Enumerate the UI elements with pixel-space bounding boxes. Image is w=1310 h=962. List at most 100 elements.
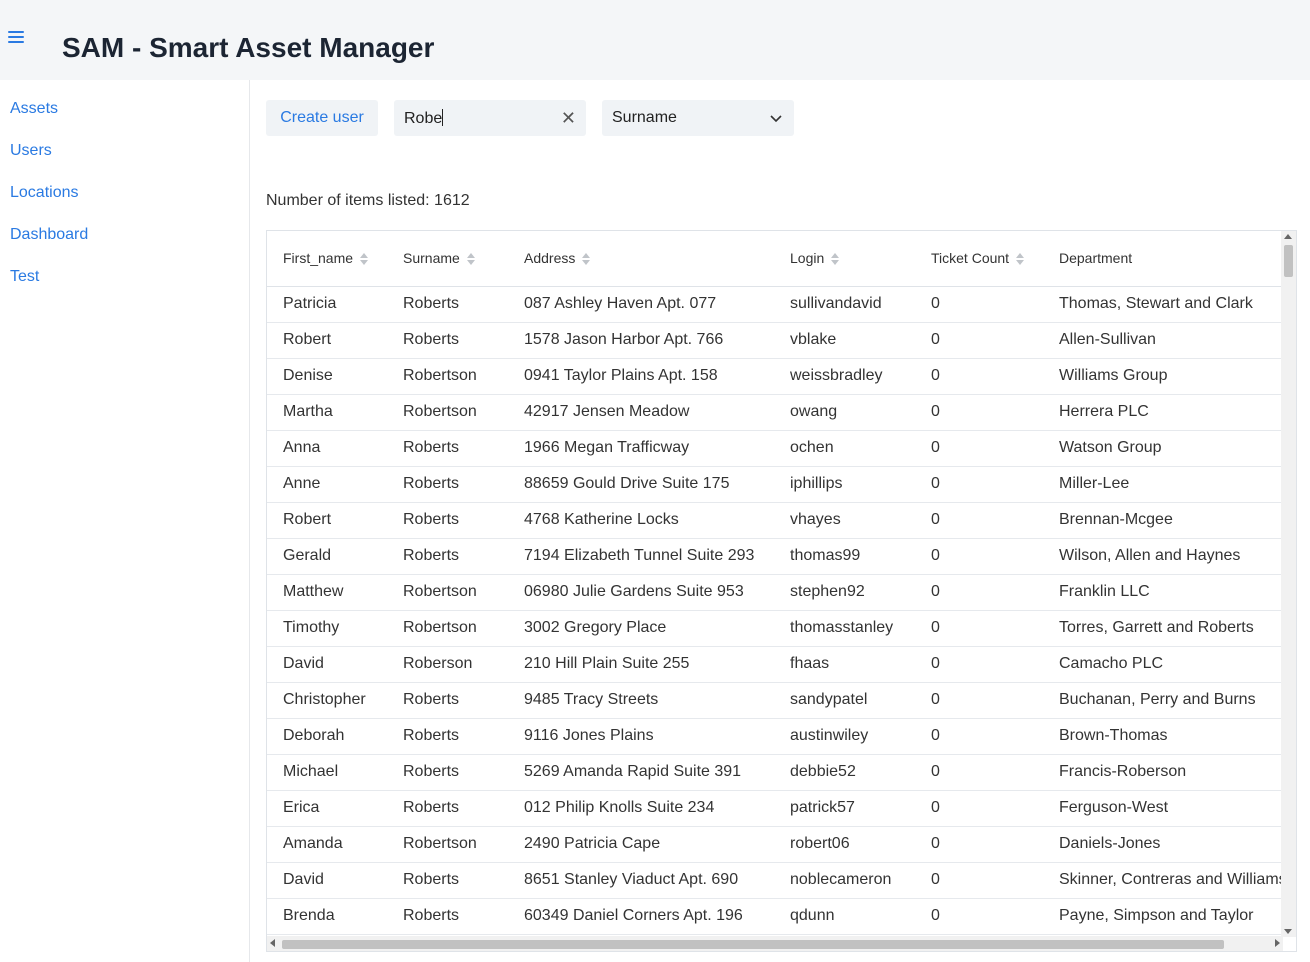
scrollbar-thumb[interactable] xyxy=(1284,245,1293,277)
table-row[interactable]: Martha Robertson 42917 Jensen Meadow owang 0… xyxy=(267,395,1281,431)
column-header-ticket-count[interactable]: Ticket Count xyxy=(931,250,1025,266)
scroll-right-icon[interactable] xyxy=(1275,939,1280,947)
cell-login: weissbradley xyxy=(790,367,883,384)
cell-department: Miller-Lee xyxy=(1059,475,1130,492)
cell-surname: Roberts xyxy=(403,763,460,780)
table-row[interactable]: Erica Roberts 012 Philip Knolls Suite 234 p… xyxy=(267,791,1281,827)
table-row[interactable]: Robert Roberts 1578 Jason Harbor Apt. 766 v… xyxy=(267,323,1281,359)
column-header-first-name[interactable]: First_name xyxy=(283,250,369,266)
search-field-select[interactable]: Surname xyxy=(602,100,794,136)
app-title: SAM - Smart Asset Manager xyxy=(62,32,435,63)
table-row[interactable]: Michael Roberts 5269 Amanda Rapid Suite 39… xyxy=(267,755,1281,791)
sort-icon[interactable] xyxy=(466,252,475,266)
scroll-down-icon[interactable] xyxy=(1284,929,1292,934)
table-row[interactable]: Denise Robertson 0941 Taylor Plains Apt. 1… xyxy=(267,359,1281,395)
cell-surname: Roberts xyxy=(403,907,460,924)
sort-icon[interactable] xyxy=(582,252,591,266)
cell-surname: Roberts xyxy=(403,547,460,564)
table-row[interactable]: Anna Roberts 1966 Megan Trafficway ochen 0 Wa… xyxy=(267,431,1281,467)
table-row[interactable]: Matthew Robertson 06980 Julie Gardens Suit… xyxy=(267,575,1281,611)
vertical-scrollbar[interactable] xyxy=(1281,231,1296,937)
scroll-up-icon[interactable] xyxy=(1284,234,1292,239)
cell-first-name: David xyxy=(283,871,324,888)
search-input-value[interactable]: Robe xyxy=(404,109,444,128)
cell-login: owang xyxy=(790,403,838,420)
cell-address: 60349 Daniel Corners Apt. 196 xyxy=(524,907,743,924)
table-row[interactable]: Anne Roberts 88659 Gould Drive Suite 175 ip… xyxy=(267,467,1281,503)
cell-address: 1966 Megan Trafficway xyxy=(524,439,690,456)
scrollbar-thumb[interactable] xyxy=(282,940,1224,949)
scroll-left-icon[interactable] xyxy=(270,939,275,947)
cell-first-name: Deborah xyxy=(283,727,345,744)
column-header-login[interactable]: Login xyxy=(790,250,840,266)
cell-surname: Robertson xyxy=(403,367,477,384)
table-row[interactable]: Timothy Robertson 3002 Gregory Place thomas… xyxy=(267,611,1281,647)
cell-address: 9116 Jones Plains xyxy=(524,727,654,744)
cell-department: Buchanan, Perry and Burns xyxy=(1059,691,1256,708)
cell-department: Payne, Simpson and Taylor xyxy=(1059,907,1254,924)
cell-first-name: Gerald xyxy=(283,547,332,564)
horizontal-scrollbar[interactable] xyxy=(267,936,1283,951)
cell-first-name: Timothy xyxy=(283,619,340,636)
table-row[interactable]: Gerald Roberts 7194 Elizabeth Tunnel Suite… xyxy=(267,539,1281,575)
cell-address: 012 Philip Knolls Suite 234 xyxy=(524,799,715,816)
cell-department: Franklin LLC xyxy=(1059,583,1150,600)
cell-address: 42917 Jensen Meadow xyxy=(524,403,690,420)
sort-icon[interactable] xyxy=(360,252,369,266)
table-row[interactable]: David Roberts 8651 Stanley Viaduct Apt. 69… xyxy=(267,863,1287,899)
column-header-address[interactable]: Address xyxy=(524,250,591,266)
cell-login: debbie52 xyxy=(790,763,856,780)
sidebar-item-users[interactable]: Users xyxy=(10,142,52,160)
cell-department: Daniels-Jones xyxy=(1059,835,1161,852)
cell-login: fhaas xyxy=(790,655,830,672)
table-row[interactable]: Patricia Roberts 087 Ashley Haven Apt. 077… xyxy=(267,287,1281,323)
cell-address: 3002 Gregory Place xyxy=(524,619,667,636)
item-count: Number of items listed: 1612 xyxy=(266,192,470,209)
cell-login: vhayes xyxy=(790,511,841,528)
cell-department: Herrera PLC xyxy=(1059,403,1149,420)
menu-icon[interactable] xyxy=(8,31,24,45)
close-icon[interactable]: ✕ xyxy=(561,108,576,129)
table-row[interactable]: David Roberson 210 Hill Plain Suite 255 fha… xyxy=(267,647,1281,683)
cell-surname: Roberts xyxy=(403,511,460,528)
cell-ticket-count: 0 xyxy=(931,871,940,888)
cell-first-name: Michael xyxy=(283,763,339,780)
table-row[interactable]: Amanda Robertson 2490 Patricia Cape robert0… xyxy=(267,827,1281,863)
cell-department: Ferguson-West xyxy=(1059,799,1169,816)
cell-login: stephen92 xyxy=(790,583,865,600)
sidebar-item-locations[interactable]: Locations xyxy=(10,184,79,202)
cell-surname: Robertson xyxy=(403,583,477,600)
cell-ticket-count: 0 xyxy=(931,439,940,456)
sidebar-item-assets[interactable]: Assets xyxy=(10,100,58,118)
cell-surname: Roberts xyxy=(403,295,460,312)
cell-surname: Roberson xyxy=(403,655,473,672)
cell-surname: Roberts xyxy=(403,331,460,348)
cell-login: sandypatel xyxy=(790,691,868,708)
cell-ticket-count: 0 xyxy=(931,511,940,528)
cell-address: 8651 Stanley Viaduct Apt. 690 xyxy=(524,871,739,888)
sidebar-item-dashboard[interactable]: Dashboard xyxy=(10,226,88,244)
cell-surname: Roberts xyxy=(403,439,460,456)
cell-login: sullivandavid xyxy=(790,295,882,312)
column-header-surname[interactable]: Surname xyxy=(403,250,475,266)
table-row[interactable]: Deborah Roberts 9116 Jones Plains austinwil… xyxy=(267,719,1281,755)
chevron-down-icon xyxy=(770,115,782,123)
sort-icon[interactable] xyxy=(1016,252,1025,266)
cell-ticket-count: 0 xyxy=(931,727,940,744)
table-row[interactable]: Brenda Roberts 60349 Daniel Corners Apt. 1… xyxy=(267,899,1281,935)
cell-department: Francis-Roberson xyxy=(1059,763,1187,780)
cell-login: patrick57 xyxy=(790,799,855,816)
sidebar-item-test[interactable]: Test xyxy=(10,268,39,286)
sort-icon[interactable] xyxy=(831,252,840,266)
cell-login: austinwiley xyxy=(790,727,869,744)
table-row[interactable]: Robert Roberts 4768 Katherine Locks vhayes 0… xyxy=(267,503,1281,539)
column-header-department: Department xyxy=(1059,250,1133,266)
cell-surname: Roberts xyxy=(403,475,460,492)
cell-department: Torres, Garrett and Roberts xyxy=(1059,619,1254,636)
cell-ticket-count: 0 xyxy=(931,403,940,420)
create-user-button[interactable]: Create user xyxy=(266,100,378,136)
cell-department: Williams Group xyxy=(1059,367,1168,384)
cell-login: ochen xyxy=(790,439,834,456)
search-input[interactable]: Robe ✕ xyxy=(394,100,586,136)
table-row[interactable]: Christopher Roberts 9485 Tracy Streets sand… xyxy=(267,683,1281,719)
